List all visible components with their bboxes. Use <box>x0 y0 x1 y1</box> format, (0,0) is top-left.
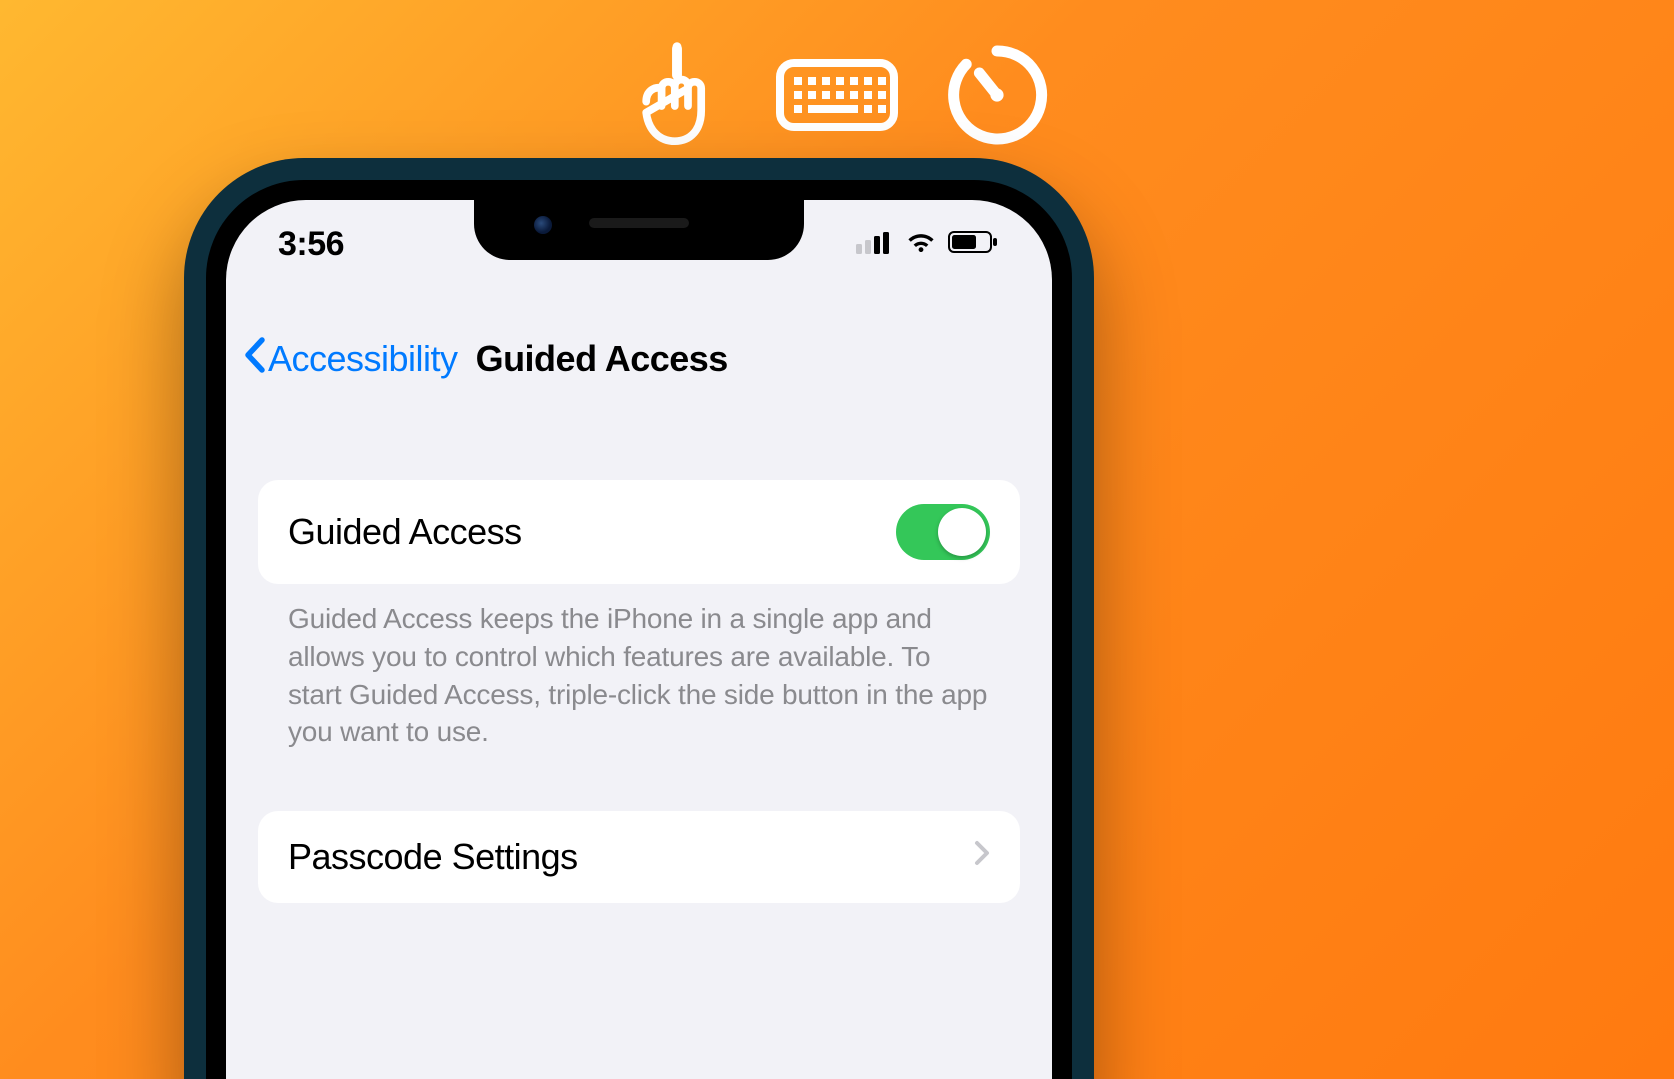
phone-speaker <box>589 218 689 228</box>
navigation-bar: Accessibility Guided Access <box>226 330 1052 388</box>
chevron-right-icon <box>974 840 990 874</box>
guided-access-footer: Guided Access keeps the iPhone in a sing… <box>258 584 1020 751</box>
back-label: Accessibility <box>268 338 458 380</box>
status-time: 3:56 <box>278 225 344 264</box>
wifi-icon <box>904 230 938 259</box>
phone-front-camera <box>534 216 552 234</box>
page-title: Guided Access <box>476 338 1036 380</box>
passcode-settings-row[interactable]: Passcode Settings <box>258 811 1020 903</box>
phone-screen: 3:56 <box>226 200 1052 1079</box>
hand-point-up-icon <box>622 40 732 150</box>
guided-access-toggle-label: Guided Access <box>288 511 522 553</box>
battery-icon <box>948 230 1000 259</box>
back-button[interactable]: Accessibility <box>242 336 458 383</box>
guided-access-toggle-row[interactable]: Guided Access <box>258 480 1020 584</box>
toggle-knob <box>938 508 986 556</box>
guided-access-group: Guided Access <box>258 480 1020 584</box>
passcode-settings-label: Passcode Settings <box>288 836 578 878</box>
chevron-left-icon <box>242 336 266 383</box>
passcode-group: Passcode Settings <box>258 811 1020 903</box>
promo-background: 3:56 <box>0 0 1674 1079</box>
phone-notch <box>474 200 804 260</box>
cellular-signal-icon <box>856 230 894 259</box>
settings-content: Guided Access Guided Access keeps the iP… <box>226 420 1052 1079</box>
guided-access-toggle[interactable] <box>896 504 990 560</box>
decor-icon-row <box>0 40 1674 150</box>
phone-frame: 3:56 <box>184 158 1094 1079</box>
keyboard-icon <box>772 40 902 150</box>
timer-icon <box>942 40 1052 150</box>
